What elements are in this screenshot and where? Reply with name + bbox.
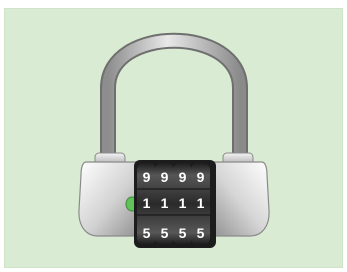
dial-2-top-digit: 9 <box>161 169 169 185</box>
padlock[interactable]: 9 9 9 9 1 1 1 1 5 5 5 5 <box>0 0 347 272</box>
dial-4-top-digit: 9 <box>197 169 205 185</box>
dial-1-middle-digit: 1 <box>143 195 151 211</box>
dial-1-bottom-digit: 5 <box>143 225 151 241</box>
dial-1-top-digit: 9 <box>143 169 151 185</box>
dial-4-middle-digit: 1 <box>197 195 205 211</box>
dial-2-bottom-digit: 5 <box>161 225 169 241</box>
dial-4-bottom-digit: 5 <box>197 225 205 241</box>
lock-body-right <box>207 161 270 237</box>
dial-3-top-digit: 9 <box>179 169 187 185</box>
dial-3-bottom-digit: 5 <box>179 225 187 241</box>
dial-3-middle-digit: 1 <box>179 195 187 211</box>
dial-2-middle-digit: 1 <box>161 195 169 211</box>
